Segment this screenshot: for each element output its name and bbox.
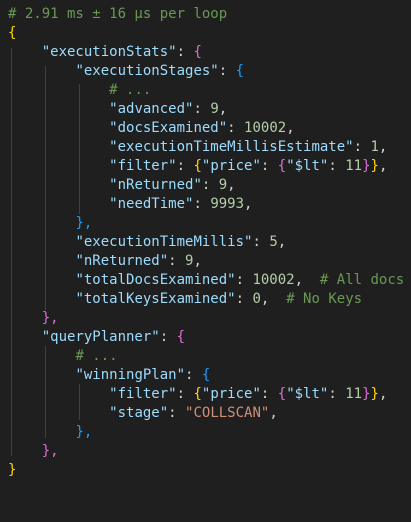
json-key: "stage" bbox=[109, 405, 169, 421]
brace-close: }, bbox=[41, 310, 59, 326]
brace-open: { bbox=[201, 367, 211, 383]
json-number: 11 bbox=[345, 386, 363, 402]
json-key: "queryPlanner" bbox=[41, 329, 160, 345]
brace-open: { bbox=[277, 386, 287, 402]
brace-close: } bbox=[370, 386, 379, 402]
code-line: }, bbox=[8, 423, 92, 442]
code-line: "winningPlan": { bbox=[75, 367, 211, 383]
json-key: "price" bbox=[201, 386, 261, 402]
json-number: 10002 bbox=[244, 120, 287, 136]
brace-close: }, bbox=[75, 424, 93, 440]
code-line: "filter": {"price": {"$lt": 11}}, bbox=[109, 158, 388, 174]
code-line: "nReturned": 9, bbox=[75, 253, 202, 269]
json-key: "filter" bbox=[109, 158, 177, 174]
brace-open: { bbox=[8, 25, 17, 41]
json-key: "nReturned" bbox=[75, 253, 169, 269]
json-key: "$lt" bbox=[286, 158, 329, 174]
ellipsis-comment: # ... bbox=[109, 82, 152, 98]
code-line: "totalKeysExamined": 0, # No Keys bbox=[75, 291, 363, 307]
brace-close: } bbox=[362, 386, 371, 402]
json-key: "executionStages" bbox=[75, 63, 219, 79]
brace-open: { bbox=[235, 63, 245, 79]
json-key: "nReturned" bbox=[109, 177, 202, 193]
json-number: 0 bbox=[252, 291, 261, 307]
brace-close: }, bbox=[41, 443, 59, 459]
brace-close: } bbox=[370, 158, 379, 174]
brace-open: { bbox=[277, 158, 287, 174]
brace-close: } bbox=[8, 462, 17, 478]
json-number: 9993 bbox=[210, 196, 245, 212]
brace-open: { bbox=[176, 329, 186, 345]
json-key: "totalKeysExamined" bbox=[75, 291, 236, 307]
code-line: "executionTimeMillis": 5, bbox=[75, 234, 287, 250]
json-number: 1 bbox=[370, 139, 379, 155]
timing-comment: # 2.91 ms ± 16 µs per loop bbox=[8, 6, 228, 22]
json-number: 9 bbox=[210, 101, 219, 117]
json-key: "filter" bbox=[109, 386, 177, 402]
code-line: # ... bbox=[8, 347, 118, 366]
brace-close: }, bbox=[75, 215, 93, 231]
json-key: "executionStats" bbox=[41, 44, 177, 60]
code-line: "queryPlanner": { bbox=[41, 329, 186, 345]
code-line: } bbox=[8, 461, 16, 480]
brace-open: { bbox=[193, 158, 202, 174]
json-key: "executionTimeMillisEstimate" bbox=[109, 139, 354, 155]
code-line: "executionStats": { bbox=[41, 44, 202, 60]
ellipsis-comment: # ... bbox=[75, 348, 118, 364]
code-line: { bbox=[8, 24, 16, 43]
code-line: "totalDocsExamined": 10002, # All docs bbox=[75, 272, 405, 288]
code-line: "docsExamined": 10002, bbox=[109, 120, 295, 136]
inline-comment: # No Keys bbox=[286, 291, 363, 307]
inline-comment: # All docs bbox=[319, 272, 405, 288]
json-number: 10002 bbox=[252, 272, 295, 288]
json-key: "winningPlan" bbox=[75, 367, 186, 383]
json-key: "executionTimeMillis" bbox=[75, 234, 253, 250]
code-line: "advanced": 9, bbox=[109, 101, 228, 117]
json-key: "totalDocsExamined" bbox=[75, 272, 236, 288]
code-line: "filter": {"price": {"$lt": 11}}, bbox=[109, 386, 388, 402]
code-line: }, bbox=[8, 214, 92, 233]
code-line: }, bbox=[8, 442, 59, 461]
code-line: "executionStages": { bbox=[75, 63, 245, 79]
code-line: # ... bbox=[8, 81, 151, 100]
json-string: "COLLSCAN" bbox=[185, 405, 270, 421]
json-number: 9 bbox=[218, 177, 228, 193]
json-key: "needTime" bbox=[109, 196, 194, 212]
json-number: 11 bbox=[345, 158, 363, 174]
json-number: 5 bbox=[269, 234, 278, 250]
code-line: "needTime": 9993, bbox=[109, 196, 253, 212]
code-line: }, bbox=[8, 309, 59, 328]
brace-open: { bbox=[193, 44, 202, 60]
json-key: "advanced" bbox=[109, 101, 194, 117]
json-key: "price" bbox=[201, 158, 261, 174]
code-line: "nReturned": 9, bbox=[109, 177, 236, 193]
brace-open: { bbox=[193, 386, 202, 402]
code-line: "stage": "COLLSCAN", bbox=[109, 405, 278, 421]
code-line: "executionTimeMillisEstimate": 1, bbox=[109, 139, 388, 155]
brace-close: } bbox=[362, 158, 371, 174]
code-output-panel: # 2.91 ms ± 16 µs per loop { "executionS… bbox=[0, 0, 411, 522]
json-key: "docsExamined" bbox=[109, 120, 228, 136]
json-key: "$lt" bbox=[286, 386, 329, 402]
